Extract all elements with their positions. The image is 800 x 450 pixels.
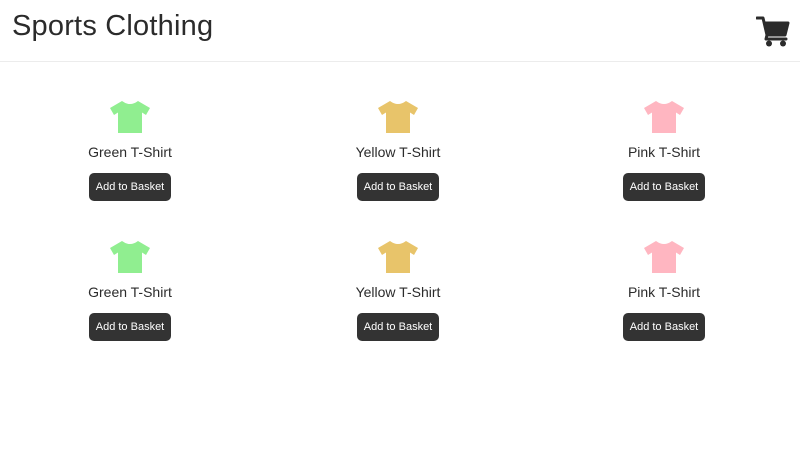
product-card: Green T-Shirt Add to Basket xyxy=(40,100,220,201)
add-to-basket-button[interactable]: Add to Basket xyxy=(88,313,172,341)
product-name: Pink T-Shirt xyxy=(627,284,701,300)
product-card: Green T-Shirt Add to Basket xyxy=(40,240,220,341)
t-shirt-icon xyxy=(644,241,684,273)
add-to-basket-button[interactable]: Add to Basket xyxy=(356,173,440,201)
product-name: Green T-Shirt xyxy=(88,284,172,300)
add-to-basket-button[interactable]: Add to Basket xyxy=(356,313,440,341)
product-name: Yellow T-Shirt xyxy=(355,284,441,300)
site-title: Sports Clothing xyxy=(12,10,214,42)
t-shirt-icon xyxy=(378,241,418,273)
t-shirt-icon xyxy=(110,241,150,273)
product-card: Pink T-Shirt Add to Basket xyxy=(574,240,754,341)
t-shirt-icon xyxy=(644,101,684,133)
t-shirt-icon xyxy=(110,101,150,133)
product-card: Yellow T-Shirt Add to Basket xyxy=(308,240,488,341)
product-card: Yellow T-Shirt Add to Basket xyxy=(308,100,488,201)
add-to-basket-button[interactable]: Add to Basket xyxy=(622,313,706,341)
product-name: Green T-Shirt xyxy=(88,144,172,160)
t-shirt-icon xyxy=(378,101,418,133)
product-name: Pink T-Shirt xyxy=(627,144,701,160)
add-to-basket-button[interactable]: Add to Basket xyxy=(622,173,706,201)
product-card: Pink T-Shirt Add to Basket xyxy=(574,100,754,201)
add-to-basket-button[interactable]: Add to Basket xyxy=(88,173,172,201)
product-name: Yellow T-Shirt xyxy=(355,144,441,160)
site-header: Sports Clothing xyxy=(0,0,800,62)
shopping-cart-icon[interactable] xyxy=(755,15,790,47)
